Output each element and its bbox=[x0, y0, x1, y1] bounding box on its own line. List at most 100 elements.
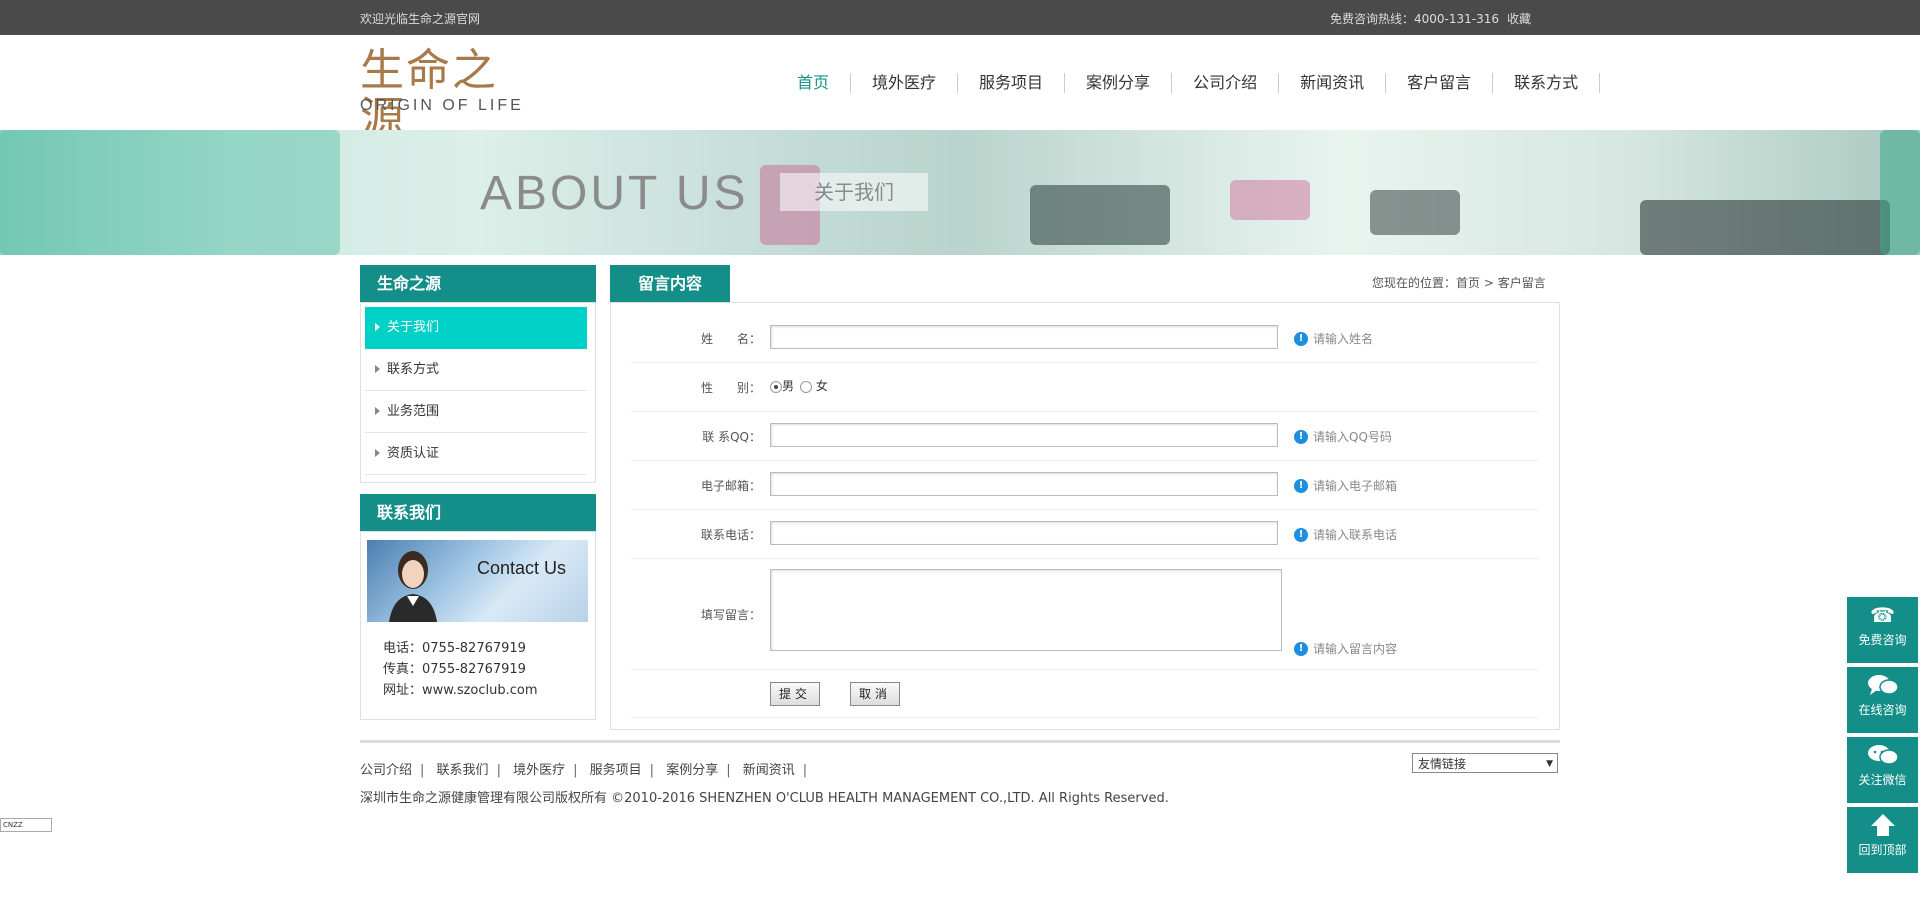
info-icon: ! bbox=[1294, 641, 1308, 656]
float-button-wechat[interactable]: 关注微信 bbox=[1847, 737, 1918, 803]
chat-icon bbox=[1847, 667, 1918, 701]
contact-image: Contact Us bbox=[367, 540, 588, 622]
breadcrumb-separator: > bbox=[1483, 276, 1494, 290]
banner: ABOUT US 关于我们 bbox=[0, 130, 1920, 255]
footer-link-about[interactable]: 公司介绍 bbox=[360, 763, 412, 778]
qq-label: 联 系QQ： bbox=[702, 430, 761, 444]
logo-en: ORIGIN OF LIFE bbox=[360, 97, 524, 114]
breadcrumb-home[interactable]: 首页 bbox=[1456, 276, 1480, 290]
hotline-text: 免费咨询热线：4000-131-316 bbox=[1330, 12, 1500, 26]
footer-link-separator: | bbox=[726, 763, 731, 778]
nav-item-services[interactable]: 服务项目 bbox=[958, 73, 1066, 93]
logo-cn: 生命之源 bbox=[360, 45, 498, 144]
wechat-icon bbox=[1847, 737, 1918, 771]
contact-title: 联系我们 bbox=[360, 494, 596, 532]
email-label: 电子邮箱： bbox=[700, 479, 761, 493]
gender-male-label: 男 bbox=[782, 379, 795, 393]
stat-badge[interactable]: CNZZ bbox=[0, 818, 52, 832]
nav-item-overseas-medical[interactable]: 境外医疗 bbox=[851, 73, 959, 93]
phone-hint: ! 请输入联系电话 bbox=[1294, 526, 1397, 543]
banner-decoration bbox=[1230, 180, 1310, 220]
nav-item-contact[interactable]: 联系方式 bbox=[1493, 73, 1601, 93]
top-bar: 欢迎光临生命之源官网 免费咨询热线：4000-131-316 收藏 bbox=[0, 0, 1920, 35]
gender-male-radio[interactable] bbox=[770, 380, 782, 393]
float-button-free-consult[interactable]: ☎ 免费咨询 bbox=[1847, 597, 1918, 663]
footer-link-services[interactable]: 服务项目 bbox=[590, 763, 642, 778]
info-icon: ! bbox=[1294, 478, 1308, 493]
nav-item-home[interactable]: 首页 bbox=[776, 73, 852, 93]
form-row-gender bbox=[631, 362, 1538, 412]
qq-hint: ! 请输入QQ号码 bbox=[1294, 428, 1392, 445]
nav-item-news[interactable]: 新闻资讯 bbox=[1279, 73, 1387, 93]
favorite-link[interactable]: 收藏 bbox=[1507, 10, 1531, 27]
breadcrumb: 您现在的位置：首页 > 客户留言 bbox=[1372, 274, 1546, 291]
logo[interactable]: 生命之源 ORIGIN OF LIFE bbox=[360, 47, 530, 143]
banner-decoration bbox=[0, 130, 340, 255]
message-textarea[interactable] bbox=[770, 569, 1282, 651]
nav-item-messages[interactable]: 客户留言 bbox=[1386, 73, 1494, 93]
footer-link-separator: | bbox=[420, 763, 425, 778]
phone-input[interactable] bbox=[770, 521, 1278, 545]
customer-service-icon bbox=[389, 551, 437, 622]
cancel-button[interactable]: 取消 bbox=[850, 682, 900, 706]
email-input[interactable] bbox=[770, 472, 1278, 496]
nav-item-cases[interactable]: 案例分享 bbox=[1065, 73, 1173, 93]
name-hint: ! 请输入姓名 bbox=[1294, 330, 1373, 347]
banner-decoration bbox=[1370, 190, 1460, 235]
gender-female-label: 女 bbox=[815, 379, 828, 393]
footer-link-overseas[interactable]: 境外医疗 bbox=[513, 763, 565, 778]
banner-decoration bbox=[1880, 130, 1920, 255]
sidebar-item-qualification[interactable]: 资质认证 bbox=[365, 433, 587, 475]
banner-decoration bbox=[1640, 200, 1890, 255]
sidebar-menu: 关于我们 联系方式 业务范围 资质认证 bbox=[365, 307, 587, 475]
info-icon: ! bbox=[1294, 331, 1308, 346]
float-label: 关注微信 bbox=[1858, 773, 1907, 787]
float-label: 免费咨询 bbox=[1858, 633, 1907, 647]
banner-title-en: ABOUT US bbox=[480, 167, 749, 220]
form-row-actions bbox=[631, 669, 1538, 718]
banner-decoration bbox=[1030, 185, 1170, 245]
info-icon: ! bbox=[1294, 527, 1308, 542]
contact-website: 网址：www.szoclub.com bbox=[383, 683, 538, 698]
footer-link-cases[interactable]: 案例分享 bbox=[666, 763, 718, 778]
name-label: 姓 名： bbox=[700, 332, 761, 346]
footer-link-separator: | bbox=[573, 763, 578, 778]
name-input[interactable] bbox=[770, 325, 1278, 349]
float-button-back-to-top[interactable]: 回到顶部 bbox=[1847, 807, 1918, 873]
sidebar-item-about-us[interactable]: 关于我们 bbox=[365, 307, 587, 349]
qq-input[interactable] bbox=[770, 423, 1278, 447]
nav-item-about[interactable]: 公司介绍 bbox=[1172, 73, 1280, 93]
float-button-online-consult[interactable]: 在线咨询 bbox=[1847, 667, 1918, 733]
gender-label: 性 别： bbox=[700, 381, 761, 395]
float-label: 在线咨询 bbox=[1858, 703, 1907, 717]
chevron-down-icon: ▼ bbox=[1546, 759, 1553, 769]
sidebar-item-contact[interactable]: 联系方式 bbox=[365, 349, 587, 391]
footer-divider bbox=[360, 740, 1560, 743]
copyright: 深圳市生命之源健康管理有限公司版权所有 ©2010-2016 SHENZHEN … bbox=[360, 791, 1169, 806]
contact-phone: 电话：0755-82767919 bbox=[383, 641, 526, 656]
contact-fax: 传真：0755-82767919 bbox=[383, 662, 526, 677]
friend-links-value: 友情链接 bbox=[1418, 757, 1467, 771]
qq-hint-text: 请输入QQ号码 bbox=[1313, 430, 1392, 444]
submit-button[interactable]: 提交 bbox=[770, 682, 820, 706]
breadcrumb-current: 客户留言 bbox=[1497, 276, 1546, 290]
contact-image-text: Contact Us bbox=[477, 558, 567, 578]
sidebar-item-business[interactable]: 业务范围 bbox=[365, 391, 587, 433]
footer-link-separator: | bbox=[649, 763, 655, 778]
arrow-up-icon bbox=[1847, 807, 1918, 841]
name-hint-text: 请输入姓名 bbox=[1313, 332, 1374, 346]
banner-title-cn: 关于我们 bbox=[780, 173, 928, 211]
message-label: 填写留言： bbox=[700, 608, 761, 622]
contact-info: 电话：0755-82767919 传真：0755-82767919 网址：www… bbox=[383, 638, 538, 701]
phone-label: 联系电话： bbox=[700, 528, 761, 542]
footer-links: 公司介绍 | 联系我们 | 境外医疗 | 服务项目 | 案例分享 | 新闻资讯 | bbox=[360, 759, 815, 778]
main-nav: 首页 境外医疗 服务项目 案例分享 公司介绍 新闻资讯 客户留言 联系方式 bbox=[776, 73, 1601, 97]
sidebar-title: 生命之源 bbox=[360, 265, 596, 303]
footer-link-separator: | bbox=[496, 763, 501, 778]
gender-female-radio[interactable] bbox=[799, 380, 812, 393]
breadcrumb-prefix: 您现在的位置： bbox=[1372, 276, 1457, 290]
footer-link-contact[interactable]: 联系我们 bbox=[437, 763, 489, 778]
footer-link-news[interactable]: 新闻资讯 bbox=[743, 763, 795, 778]
info-icon: ! bbox=[1294, 429, 1308, 444]
friend-links-select[interactable]: 友情链接 ▼ bbox=[1412, 753, 1558, 773]
